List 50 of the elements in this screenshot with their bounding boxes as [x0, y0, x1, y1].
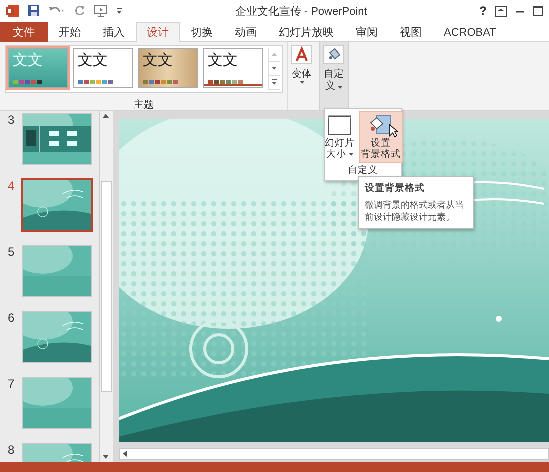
scrollbar[interactable] — [99, 111, 113, 462]
ribbon-button[interactable]: 幻灯片 大小 — [323, 111, 357, 163]
ribbon-tab[interactable]: 动画 — [224, 22, 268, 42]
ribbon-tab[interactable]: 设计 — [136, 22, 180, 42]
scrollbar[interactable] — [119, 448, 549, 460]
slide-number: 6 — [8, 311, 16, 327]
ribbon-tab[interactable]: 审阅 — [345, 22, 389, 42]
tooltip-description: 微调背景的格式或者从当前设计隐藏设计元素。 — [365, 199, 465, 223]
save-icon[interactable] — [28, 5, 40, 17]
slide-thumbnail[interactable] — [22, 113, 92, 165]
redo-icon[interactable] — [74, 5, 86, 17]
customize-button[interactable]: 自定 义 — [319, 42, 349, 110]
slide-number: 8 — [8, 443, 16, 459]
slide-thumbnail[interactable] — [22, 311, 92, 363]
ribbon-button[interactable]: 设置 背景格式 — [359, 111, 403, 163]
help-button[interactable]: ? — [480, 4, 487, 18]
slide-number: 5 — [8, 245, 16, 261]
customize-caret-icon[interactable] — [116, 8, 123, 14]
slide-number: 4 — [8, 179, 16, 195]
slide-number: 3 — [8, 113, 16, 129]
ribbon-tab[interactable]: ACROBAT — [433, 22, 508, 42]
group-label: 主题 — [134, 98, 154, 112]
tooltip-title: 设置背景格式 — [365, 182, 426, 195]
variants-button[interactable]: 变体 — [288, 42, 316, 110]
theme-thumbnail[interactable]: 文文 — [73, 48, 133, 88]
ribbon-tab[interactable]: 文件 — [0, 22, 48, 42]
cursor-icon — [389, 124, 399, 138]
ribbon-tab[interactable]: 切换 — [180, 22, 224, 42]
theme-thumbnail[interactable]: 文文 — [203, 48, 263, 88]
caret-icon — [338, 86, 342, 88]
maximize-icon[interactable] — [533, 6, 543, 16]
slide-thumbnail[interactable] — [22, 377, 92, 429]
font-icon — [291, 45, 313, 65]
slide-number: 7 — [8, 377, 16, 393]
caret-icon — [348, 153, 354, 156]
ribbon-display-icon[interactable] — [495, 6, 507, 16]
theme-thumbnail[interactable]: 文文 — [138, 48, 198, 88]
slide-size-icon — [327, 114, 353, 138]
slideshow-icon[interactable] — [94, 4, 108, 18]
powerpoint-logo-icon[interactable] — [6, 4, 20, 18]
slide-thumbnail[interactable] — [21, 178, 93, 232]
caret-icon — [300, 81, 304, 84]
group-label: 自定义 — [348, 164, 378, 177]
paint-bucket-icon — [323, 45, 345, 65]
ribbon-tab[interactable]: 插入 — [92, 22, 136, 42]
ribbon-tab[interactable]: 幻灯片放映 — [268, 22, 345, 42]
ribbon-tab[interactable]: 开始 — [48, 22, 92, 42]
window-title: 企业文化宣传 - PowerPoint — [234, 4, 368, 18]
ribbon-tab[interactable]: 视图 — [389, 22, 433, 42]
slide-thumbnail[interactable] — [22, 245, 92, 297]
